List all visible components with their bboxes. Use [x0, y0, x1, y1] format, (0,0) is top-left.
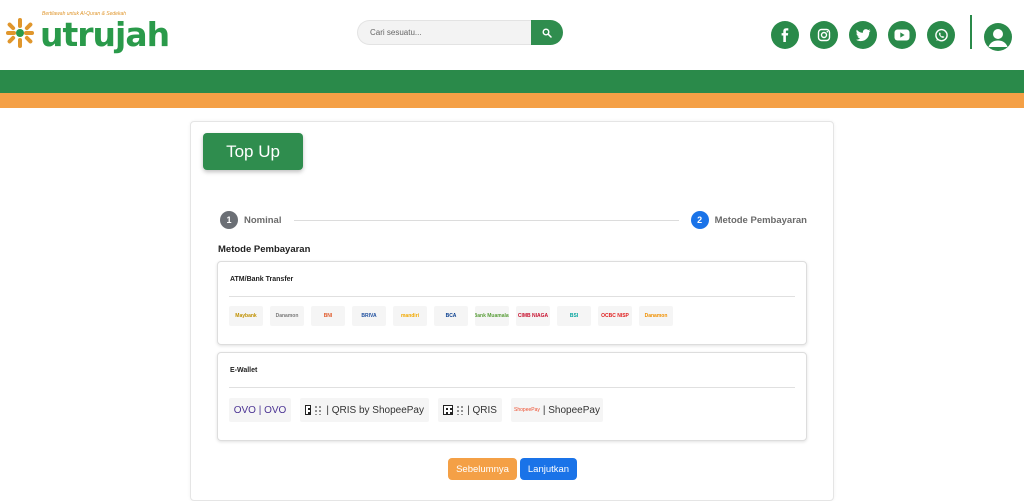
header-band-green	[0, 70, 1024, 93]
bank-option[interactable]: BNI	[311, 306, 345, 326]
topup-card: Top Up 1 Nominal 2 Metode Pembayaran Met…	[190, 121, 834, 501]
step-nominal[interactable]: 1 Nominal	[220, 211, 281, 229]
dots-icon	[314, 405, 324, 415]
ewallet-title: E-Wallet	[230, 367, 258, 374]
bank-option[interactable]: Danamon	[270, 306, 304, 326]
bank-logo-text: Danamon	[275, 313, 299, 319]
bank-option[interactable]: BCA	[434, 306, 468, 326]
wallet-ovo[interactable]: OVO | OVO	[229, 398, 291, 422]
bank-transfer-title: ATM/Bank Transfer	[230, 276, 294, 283]
step-number: 2	[690, 211, 709, 229]
bank-transfer-panel: ATM/Bank Transfer Maybank Danamon BNI BRIVA…	[217, 261, 807, 345]
twitter-icon[interactable]	[849, 21, 877, 49]
bank-option[interactable]: OCBC NISP	[598, 306, 632, 326]
qr-code-icon	[305, 405, 312, 415]
bank-logo-text: Danamon	[644, 313, 668, 319]
bank-option[interactable]: BRIVA	[352, 306, 386, 326]
previous-button[interactable]: Sebelumnya	[448, 458, 517, 480]
bank-option[interactable]: BSI	[557, 306, 591, 326]
bank-option[interactable]: Maybank	[229, 306, 263, 326]
bank-logo-text: BNI	[323, 313, 333, 319]
step-connector	[294, 220, 679, 221]
wallet-shopeepay[interactable]: ShopeePay | ShopeePay	[511, 398, 603, 422]
wallet-label: | ShopeePay	[542, 404, 600, 416]
search-icon	[542, 28, 552, 38]
youtube-icon[interactable]	[888, 21, 916, 49]
bank-logo-text: Bank Muamalat	[475, 313, 509, 319]
bank-logo-text: mandiri	[400, 313, 420, 319]
header-band-orange	[0, 93, 1024, 108]
bank-logo-text: OCBC NISP	[601, 313, 629, 319]
bank-option[interactable]: Bank Muamalat	[475, 306, 509, 326]
payment-section-title: Metode Pembayaran	[218, 244, 311, 255]
instagram-icon[interactable]	[810, 21, 838, 49]
bank-option[interactable]: Danamon	[639, 306, 673, 326]
social-links	[771, 21, 955, 49]
search-bar	[357, 20, 563, 45]
user-avatar-icon[interactable]	[984, 23, 1012, 51]
brand-name: utrujah	[40, 15, 170, 54]
step-payment-method[interactable]: 2 Metode Pembayaran	[690, 211, 807, 229]
ewallet-list: OVO | OVO | QRIS by ShopeePay | QRIS Sho…	[229, 398, 603, 422]
bank-logo-text: CIMB NIAGA	[517, 313, 549, 319]
ewallet-panel: E-Wallet OVO | OVO | QRIS by ShopeePay |…	[217, 352, 807, 441]
brand-mark-icon	[6, 18, 34, 48]
wallet-qris-shopeepay[interactable]: | QRIS by ShopeePay	[300, 398, 429, 422]
wallet-label: | QRIS	[467, 404, 497, 416]
step-label: Nominal	[244, 214, 282, 226]
page-title: Top Up	[203, 133, 303, 170]
bank-option[interactable]: CIMB NIAGA	[516, 306, 550, 326]
panel-divider	[229, 387, 795, 388]
qr-code-icon	[443, 405, 454, 415]
wallet-label: OVO | OVO	[233, 404, 287, 416]
wallet-qris[interactable]: | QRIS	[438, 398, 502, 422]
step-label: Metode Pembayaran	[714, 214, 807, 226]
header-divider	[970, 15, 972, 49]
bank-logo-list: Maybank Danamon BNI BRIVA mandiri BCA Bank Mua…	[229, 306, 673, 326]
wallet-label: | QRIS by ShopeePay	[326, 404, 424, 416]
next-button[interactable]: Lanjutkan	[520, 458, 577, 480]
stepper: 1 Nominal 2 Metode Pembayaran	[219, 211, 807, 231]
facebook-icon[interactable]	[771, 21, 799, 49]
bank-option[interactable]: mandiri	[393, 306, 427, 326]
bank-logo-text: BCA	[445, 313, 457, 319]
brand-logo[interactable]: Bertilawah untuk Al-Quran & Sedekah utru…	[4, 8, 170, 54]
site-header: Bertilawah untuk Al-Quran & Sedekah utru…	[0, 0, 1024, 70]
panel-divider	[229, 296, 795, 297]
bank-logo-text: Maybank	[235, 313, 257, 319]
bank-logo-text: BRIVA	[361, 313, 377, 319]
step-number: 1	[220, 211, 238, 229]
whatsapp-icon[interactable]	[927, 21, 955, 49]
search-input[interactable]	[357, 20, 531, 45]
dots-icon	[456, 405, 465, 415]
bank-logo-text: BSI	[569, 313, 579, 319]
search-button[interactable]	[531, 20, 563, 45]
shopeepay-logo: ShopeePay	[514, 407, 540, 413]
